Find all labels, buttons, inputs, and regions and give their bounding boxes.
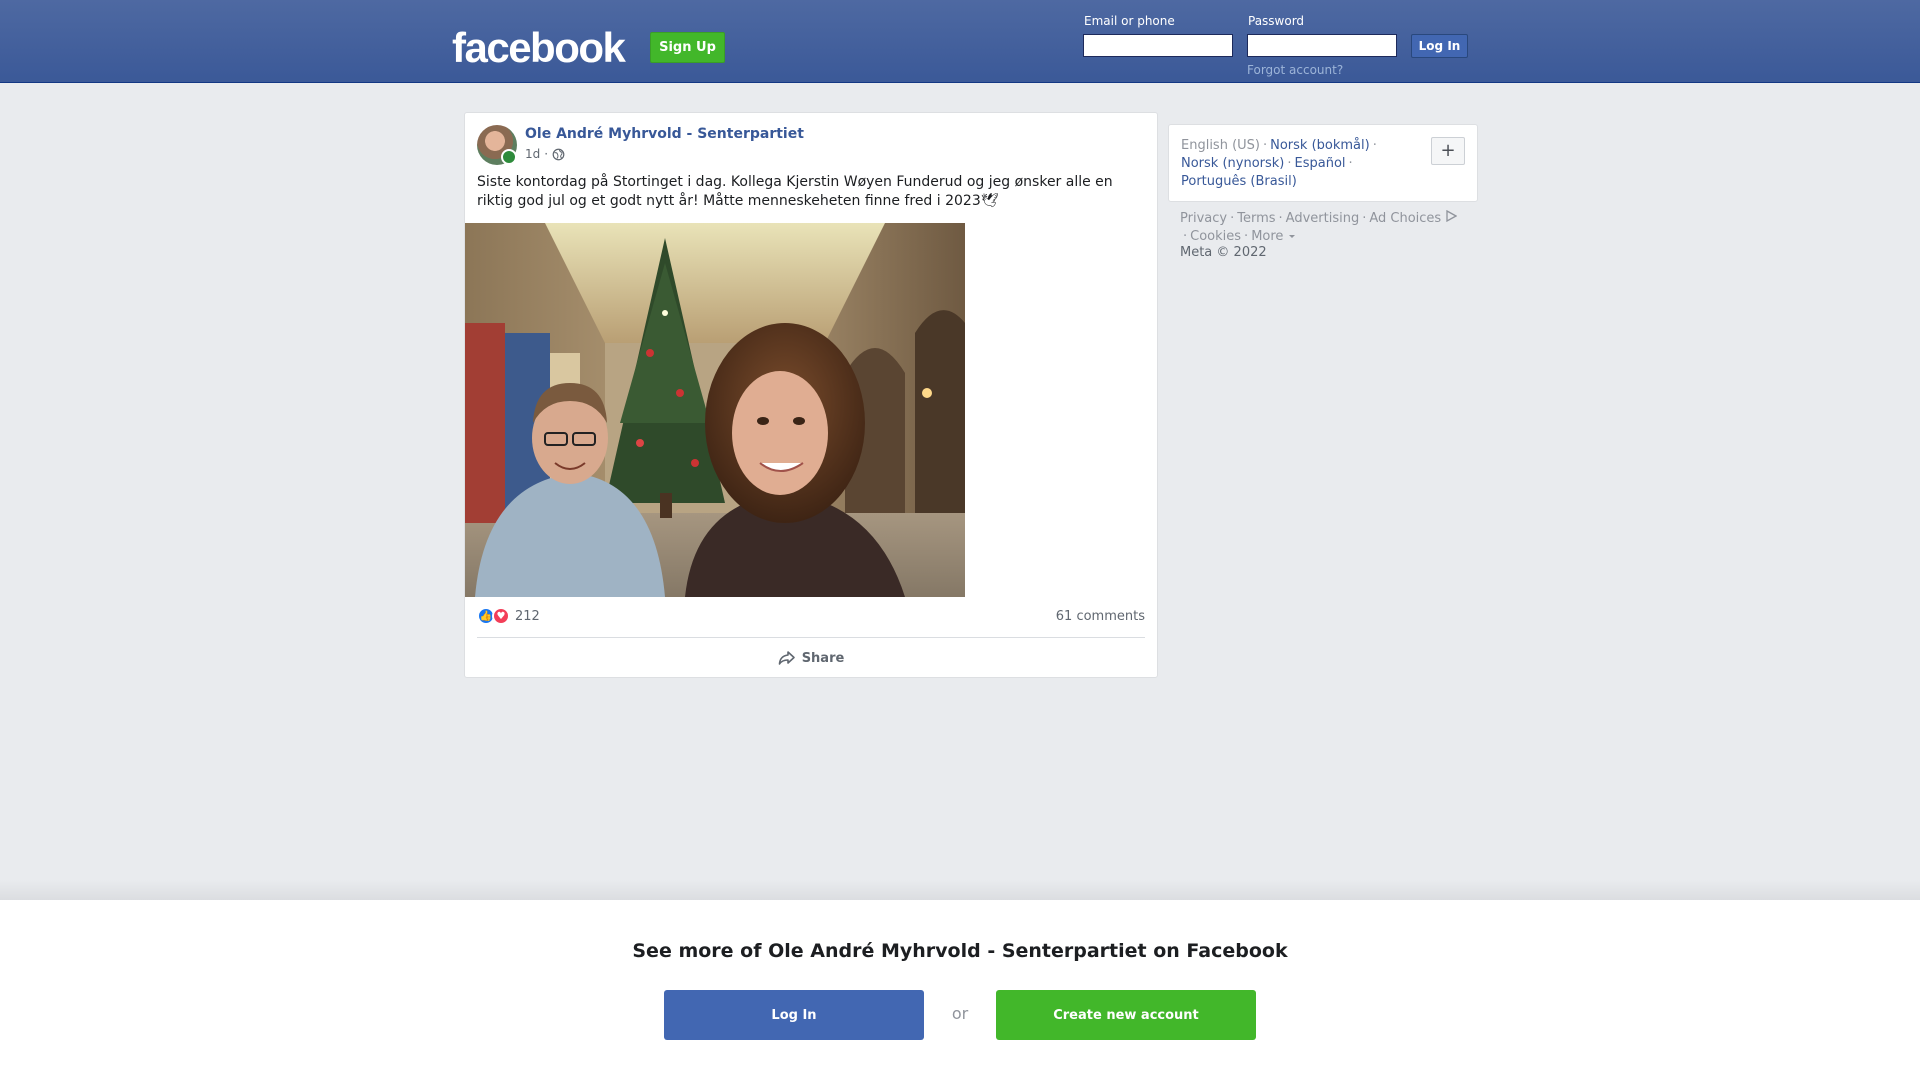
facebook-logo[interactable]: facebook [452, 24, 626, 72]
comments-count-link[interactable]: 61 comments [1056, 609, 1145, 624]
forgot-account-link[interactable]: Forgot account? [1247, 63, 1343, 77]
footer-link-advertising[interactable]: Advertising [1286, 211, 1360, 226]
meta-separator: · [544, 147, 549, 161]
language-separator: · [1287, 156, 1292, 171]
language-separator: · [1348, 156, 1353, 171]
email-field[interactable] [1083, 34, 1233, 57]
share-icon [778, 651, 795, 665]
page-name-link[interactable]: Ole André Myhrvold - Senterpartiet [525, 126, 804, 142]
action-divider [477, 637, 1145, 638]
footer-separator: · [1183, 229, 1188, 244]
language-link-norsk-nynorsk[interactable]: Norsk (nynorsk) [1181, 156, 1284, 171]
footer-separator: · [1362, 211, 1367, 226]
reaction-count: 212 [515, 608, 540, 624]
footer-link-more[interactable]: More [1251, 229, 1283, 244]
sign-up-button[interactable]: Sign Up [650, 32, 725, 63]
current-language: English (US) [1181, 138, 1260, 153]
password-field[interactable] [1247, 34, 1397, 57]
language-link-norsk-bokmal[interactable]: Norsk (bokmål) [1270, 138, 1370, 153]
email-field-label: Email or phone [1084, 14, 1175, 28]
password-field-label: Password [1248, 14, 1305, 28]
footer-separator: · [1230, 211, 1235, 226]
copyright: Meta © 2022 [1180, 245, 1267, 260]
footer-link-ad-choices[interactable]: Ad Choices [1369, 211, 1441, 226]
create-account-button[interactable]: Create new account [996, 990, 1256, 1040]
share-button[interactable]: Share [465, 643, 1157, 673]
footer-separator: · [1244, 229, 1249, 244]
dove-emoji: 🕊 [980, 193, 999, 209]
language-link-espanol[interactable]: Español [1295, 156, 1346, 171]
footer-link-privacy[interactable]: Privacy [1180, 211, 1227, 226]
login-prompt-banner: See more of Ole André Myhrvold - Senterp… [0, 900, 1920, 1080]
banner-title: See more of Ole André Myhrvold - Senterp… [632, 940, 1288, 962]
language-separator: · [1372, 138, 1377, 153]
share-label: Share [801, 650, 845, 666]
globe-icon [552, 148, 565, 160]
post-body-text: Siste kontordag på Stortinget i dag. Kol… [477, 174, 1113, 209]
post-photo-image [465, 223, 965, 597]
more-languages-button[interactable]: + [1431, 137, 1465, 165]
language-selector-box: English (US) · Norsk (bokmål) · Norsk (nyno… [1168, 124, 1478, 202]
love-icon: ♥ [492, 607, 510, 625]
post-card: Ole André Myhrvold - Senterpartiet 1d · … [464, 112, 1158, 678]
footer-links: Privacy · Terms · Advertising · Ad Choices · Co… [1180, 209, 1480, 246]
footer-link-terms[interactable]: Terms [1237, 211, 1275, 226]
post-timestamp[interactable]: 1d [525, 147, 540, 161]
footer-separator: · [1278, 211, 1283, 226]
ad-choices-icon [1446, 209, 1458, 223]
language-separator: · [1262, 138, 1268, 153]
footer-link-cookies[interactable]: Cookies [1190, 229, 1241, 244]
language-link-portugues-brasil[interactable]: Português (Brasil) [1181, 174, 1297, 189]
banner-shadow [0, 880, 1920, 900]
reactions-summary[interactable]: 👍 ♥ 212 [477, 607, 540, 625]
banner-login-button[interactable]: Log In [664, 990, 924, 1040]
more-dropdown-icon [1288, 235, 1295, 238]
post-text: Siste kontordag på Stortinget i dag. Kol… [477, 173, 1137, 211]
top-navigation-bar: facebook Sign Up Email or phone Password… [0, 0, 1920, 83]
avatar-badge [501, 149, 517, 165]
post-meta: 1d · [525, 147, 565, 161]
login-button[interactable]: Log In [1411, 34, 1468, 58]
banner-or-text: or [951, 1004, 969, 1023]
post-photo[interactable] [465, 223, 965, 597]
